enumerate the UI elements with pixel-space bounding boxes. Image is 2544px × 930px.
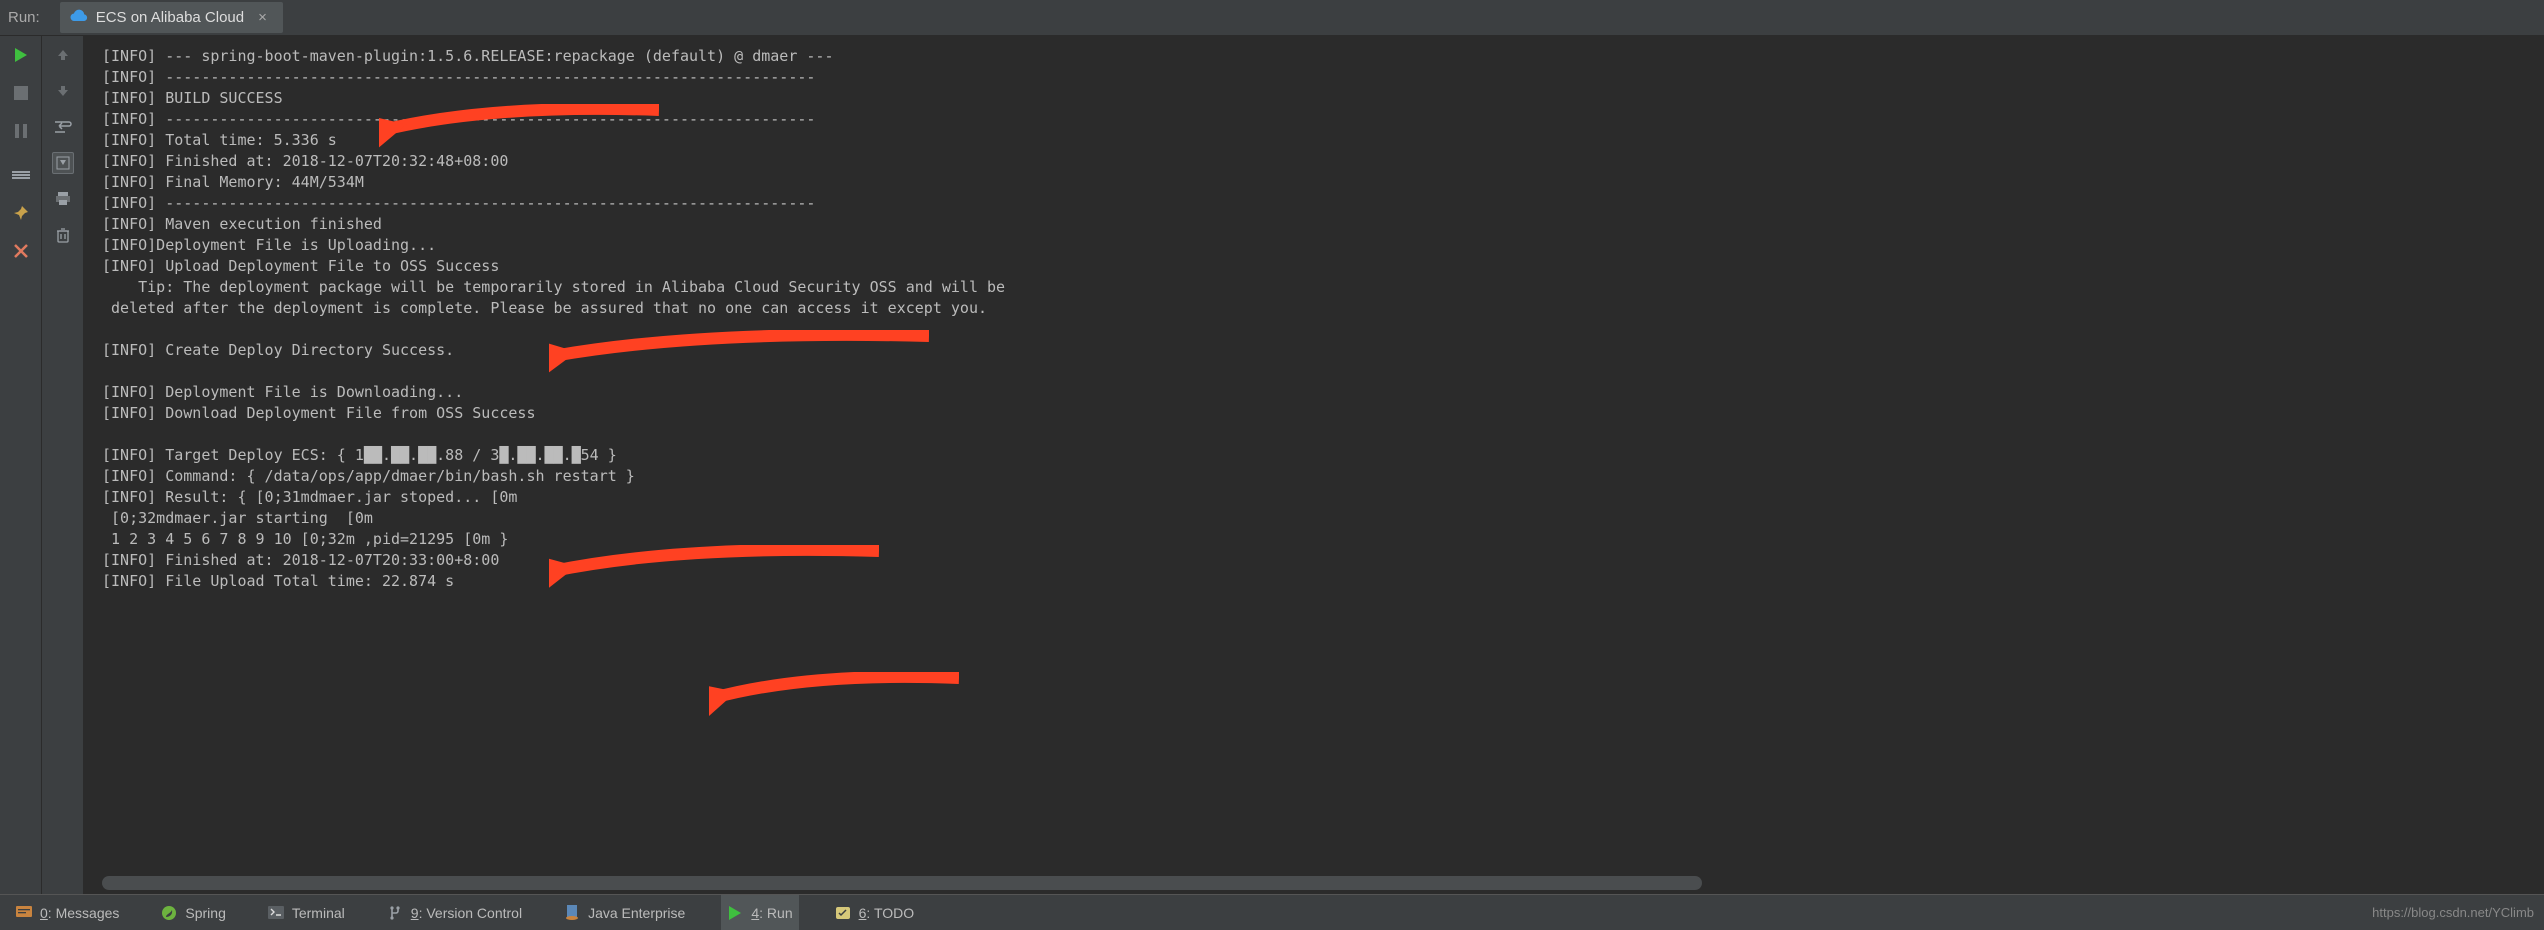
- spring-label: Spring: [185, 905, 225, 921]
- vcs-icon: [387, 905, 403, 921]
- tool-javaee[interactable]: Java Enterprise: [558, 895, 691, 930]
- scroll-up-icon[interactable]: [52, 44, 74, 66]
- clear-all-button[interactable]: [52, 224, 74, 246]
- tool-messages[interactable]: 0: Messages: [10, 895, 125, 930]
- main-area: [INFO] --- spring-boot-maven-plugin:1.5.…: [0, 36, 2544, 894]
- run-label-bottom: 4: Run: [751, 905, 792, 921]
- tool-window-bar: 0: Messages Spring Terminal 9: Version C…: [0, 894, 2544, 930]
- run-icon: [727, 905, 743, 921]
- print-button[interactable]: [52, 188, 74, 210]
- run-label: Run:: [8, 9, 40, 26]
- tool-vcs[interactable]: 9: Version Control: [381, 895, 528, 930]
- console-text: [INFO] --- spring-boot-maven-plugin:1.5.…: [102, 46, 2530, 592]
- close-icon[interactable]: ×: [258, 9, 267, 26]
- cloud-icon: [70, 8, 88, 27]
- messages-icon: [16, 905, 32, 921]
- tool-terminal[interactable]: Terminal: [262, 895, 351, 930]
- pin-tab-button[interactable]: [10, 202, 32, 224]
- terminal-icon: [268, 905, 284, 921]
- vcs-label: 9: Version Control: [411, 905, 522, 921]
- watermark-url: https://blog.csdn.net/YClimb: [2372, 905, 2534, 920]
- run-config-tab[interactable]: ECS on Alibaba Cloud ×: [60, 2, 283, 33]
- run-config-title: ECS on Alibaba Cloud: [96, 9, 244, 26]
- soft-wrap-button[interactable]: [52, 116, 74, 138]
- tool-spring[interactable]: Spring: [155, 895, 231, 930]
- console-output[interactable]: [INFO] --- spring-boot-maven-plugin:1.5.…: [84, 36, 2544, 894]
- stop-button[interactable]: [10, 82, 32, 104]
- rerun-button[interactable]: [10, 44, 32, 66]
- pause-button[interactable]: [10, 120, 32, 142]
- run-tab-bar: Run: ECS on Alibaba Cloud ×: [0, 0, 2544, 36]
- dump-threads-button[interactable]: [10, 164, 32, 186]
- messages-label: 0: Messages: [40, 905, 119, 921]
- javaee-label: Java Enterprise: [588, 905, 685, 921]
- scrollbar-thumb[interactable]: [102, 876, 1702, 890]
- scroll-to-end-button[interactable]: [52, 152, 74, 174]
- scroll-down-icon[interactable]: [52, 80, 74, 102]
- javaee-icon: [564, 905, 580, 921]
- close-panel-button[interactable]: [10, 240, 32, 262]
- tool-run[interactable]: 4: Run: [721, 895, 798, 930]
- console-tool-gutter: [42, 36, 84, 894]
- todo-label: 6: TODO: [859, 905, 915, 921]
- horizontal-scrollbar[interactable]: [102, 876, 2544, 890]
- todo-icon: [835, 905, 851, 921]
- run-action-gutter: [0, 36, 42, 894]
- terminal-label: Terminal: [292, 905, 345, 921]
- spring-icon: [161, 905, 177, 921]
- tool-todo[interactable]: 6: TODO: [829, 895, 921, 930]
